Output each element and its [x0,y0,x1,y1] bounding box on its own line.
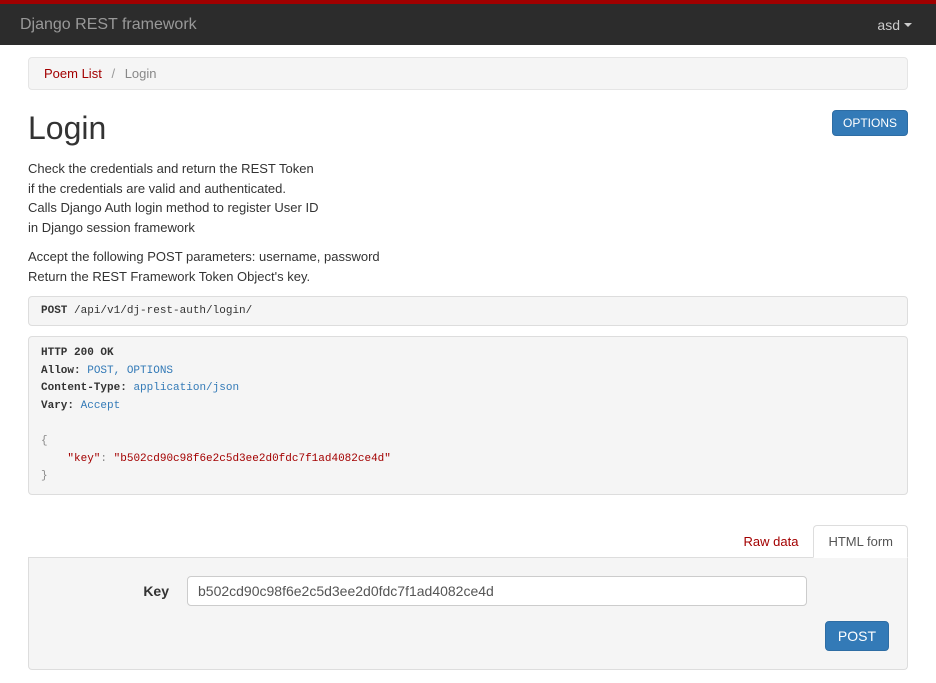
json-close-brace: } [41,468,895,486]
form-tabs: Raw data HTML form [28,525,908,558]
breadcrumb-root-link[interactable]: Poem List [44,66,102,81]
json-key: "key" [67,453,100,465]
post-button[interactable]: POST [825,621,889,651]
page-title: Login [28,110,106,147]
user-menu[interactable]: asd [877,17,924,33]
header-content-type-value: application/json [133,382,239,394]
navbar: Django REST framework asd [0,4,936,45]
key-label: Key [47,583,187,599]
tab-html-form[interactable]: HTML form [813,525,908,558]
form-panel: Key POST [28,558,908,670]
description-p1: Check the credentials and return the RES… [28,159,908,237]
endpoint-description: Check the credentials and return the RES… [28,159,908,286]
tab-raw-data[interactable]: Raw data [729,525,814,558]
navbar-brand[interactable]: Django REST framework [12,16,197,34]
header-content-type-name: Content-Type: [41,382,127,394]
header-allow-name: Allow: [41,365,81,377]
header-vary-name: Vary: [41,400,74,412]
options-button[interactable]: OPTIONS [832,110,908,136]
response-block: HTTP 200 OK Allow: POST, OPTIONS Content… [28,336,908,495]
header-vary-value: Accept [81,400,121,412]
response-status: HTTP 200 OK [41,345,895,363]
key-input[interactable] [187,576,807,606]
json-open-brace: { [41,433,895,451]
user-name: asd [877,17,900,33]
caret-down-icon [904,23,912,27]
breadcrumb-current: Login [125,66,157,81]
request-method: POST [41,305,67,317]
request-line: POST /api/v1/dj-rest-auth/login/ [28,296,908,326]
json-value: "b502cd90c98f6e2c5d3ee2d0fdc7f1ad4082ce4… [114,453,391,465]
description-p2: Accept the following POST parameters: us… [28,247,908,286]
header-allow-value: POST, OPTIONS [87,365,173,377]
breadcrumb-separator: / [111,66,115,81]
request-path: /api/v1/dj-rest-auth/login/ [74,305,252,317]
breadcrumb: Poem List / Login [28,57,908,90]
